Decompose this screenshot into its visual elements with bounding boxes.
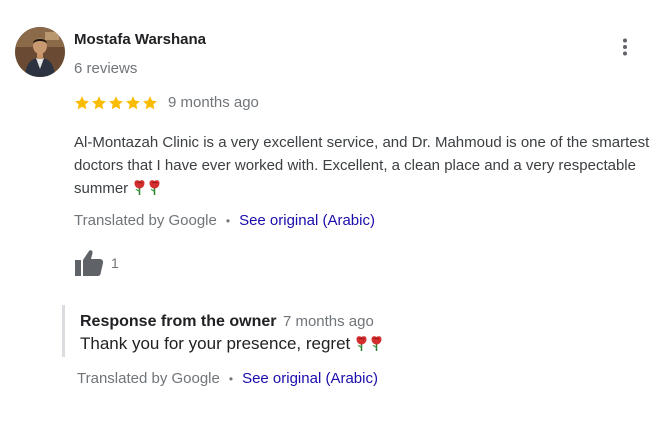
translated-by-google-label: Translated by Google	[74, 212, 217, 229]
owner-response-header: Response from the owner 7 months ago	[80, 313, 374, 331]
star-icon	[143, 95, 157, 109]
rose-emoji-icon	[134, 180, 145, 195]
review-translation-row: Translated by Google • See original (Ara…	[74, 212, 375, 229]
reviewer-avatar[interactable]	[15, 27, 65, 77]
owner-response-title: Response from the owner	[80, 313, 277, 330]
star-icon	[92, 95, 106, 109]
more-options-button[interactable]	[612, 34, 638, 60]
review-time: 9 months ago	[168, 94, 259, 111]
review-text: Al-Montazah Clinic is a very excellent s…	[74, 131, 670, 200]
rose-emojis	[132, 179, 162, 196]
rose-emoji-icon	[371, 336, 382, 351]
star-rating	[74, 95, 158, 111]
separator-dot: •	[228, 371, 234, 386]
avatar-photo	[15, 27, 65, 77]
owner-response-body: Thank you for your presence, regret	[80, 334, 351, 353]
star-icon	[126, 95, 140, 109]
like-count: 1	[111, 255, 119, 271]
rating-row: 9 months ago	[74, 94, 259, 111]
owner-response-time: 7 months ago	[282, 313, 374, 330]
more-vert-icon	[623, 38, 627, 56]
rose-emojis	[354, 335, 384, 352]
star-icon	[75, 95, 89, 109]
rose-emoji-icon	[356, 336, 367, 351]
see-original-link[interactable]: See original (Arabic)	[239, 212, 375, 229]
owner-translation-row: Translated by Google • See original (Ara…	[77, 370, 378, 387]
like-row: 1	[74, 249, 119, 277]
owner-response-text: Thank you for your presence, regret	[80, 334, 384, 354]
owner-response-divider	[62, 305, 65, 357]
star-icon	[109, 95, 123, 109]
translated-by-google-label: Translated by Google	[77, 370, 220, 387]
rose-emoji-icon	[149, 180, 160, 195]
reviewer-name[interactable]: Mostafa Warshana	[74, 31, 206, 48]
see-original-link[interactable]: See original (Arabic)	[242, 370, 378, 387]
separator-dot: •	[225, 213, 231, 228]
reviewer-review-count[interactable]: 6 reviews	[74, 60, 137, 77]
thumb-up-icon[interactable]	[74, 249, 104, 277]
